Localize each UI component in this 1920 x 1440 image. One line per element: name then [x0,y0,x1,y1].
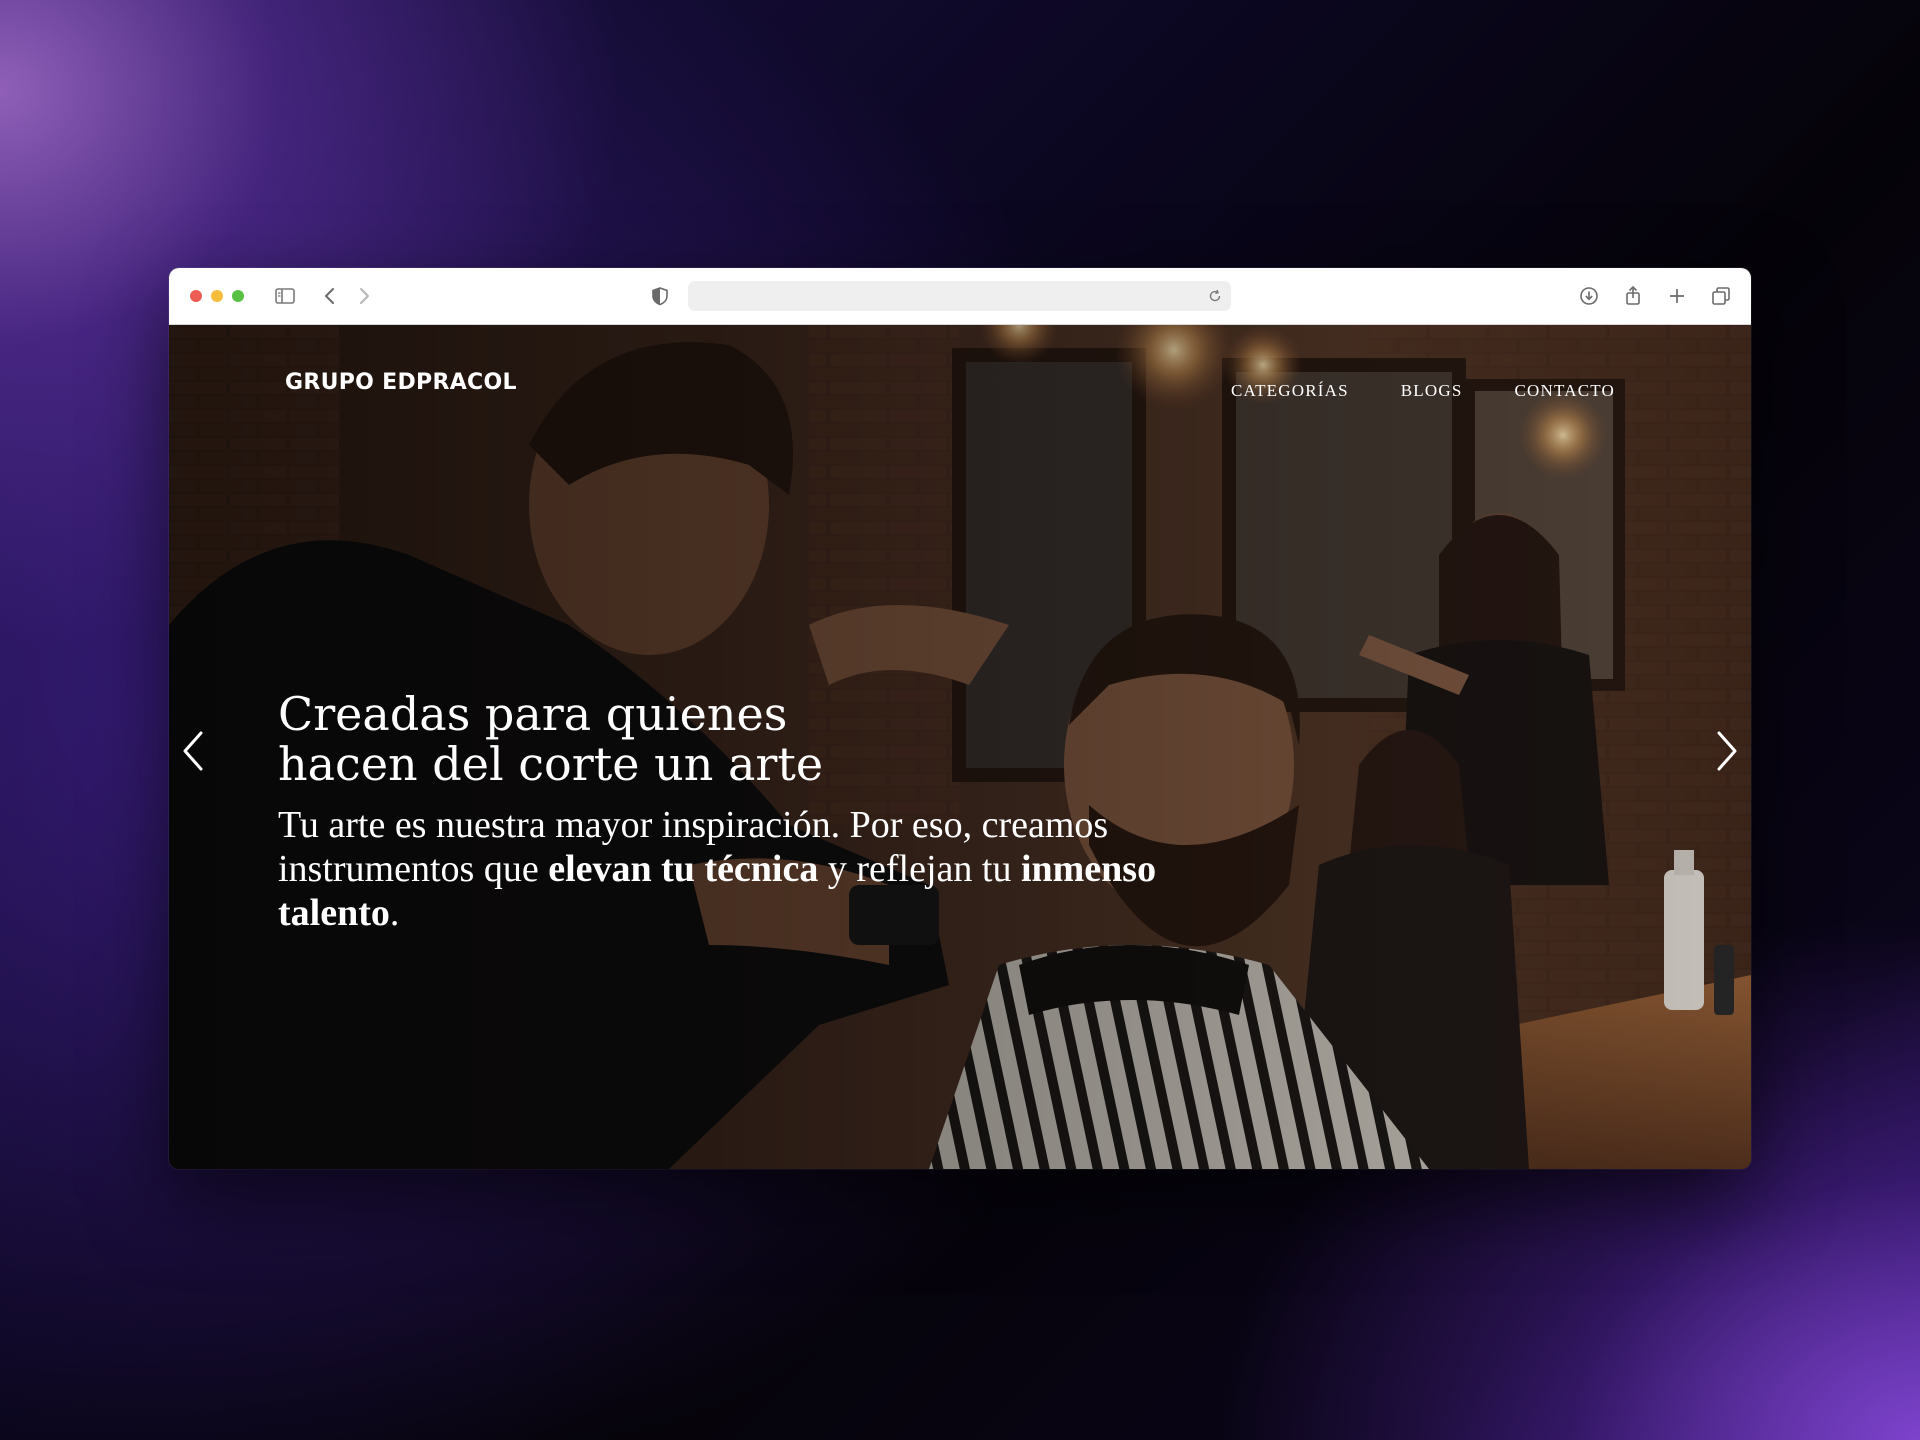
address-bar[interactable] [688,281,1231,311]
hero-sub-bold: elevan tu técnica [548,848,819,890]
new-tab-icon[interactable] [1665,284,1689,308]
hero-subtitle: Tu arte es nuestra mayor inspiración. Po… [278,803,1258,935]
site-logo[interactable]: GRUPO EDPRACOL [285,370,517,395]
nav-contacto[interactable]: CONTACTO [1515,381,1616,401]
minimize-window-button[interactable] [211,290,223,302]
downloads-icon[interactable] [1577,284,1601,308]
nav-categorias[interactable]: CATEGORÍAS [1231,381,1349,401]
hero-sub-text: y reflejan tu [818,848,1021,890]
main-nav: CATEGORÍAS BLOGS CONTACTO [1231,381,1615,401]
share-icon[interactable] [1621,284,1645,308]
next-slide-chevron-right-icon[interactable] [1709,723,1745,779]
hero-section: GRUPO EDPRACOL CATEGORÍAS BLOGS CONTACTO… [169,325,1751,1169]
browser-window: GRUPO EDPRACOL CATEGORÍAS BLOGS CONTACTO… [169,268,1751,1169]
reload-icon[interactable] [1207,288,1223,304]
hero-sub-text: . [389,892,400,934]
prev-slide-chevron-left-icon[interactable] [175,723,211,779]
forward-icon[interactable] [352,284,376,308]
hero-headline: Creadas para quienes hacen del corte un … [278,687,824,791]
close-window-button[interactable] [190,290,202,302]
privacy-shield-icon[interactable] [648,284,672,308]
back-icon[interactable] [318,284,342,308]
browser-toolbar [169,268,1751,325]
tab-overview-icon[interactable] [1709,284,1733,308]
sidebar-toggle-icon[interactable] [273,284,297,308]
zoom-window-button[interactable] [232,290,244,302]
nav-blogs[interactable]: BLOGS [1401,381,1463,401]
